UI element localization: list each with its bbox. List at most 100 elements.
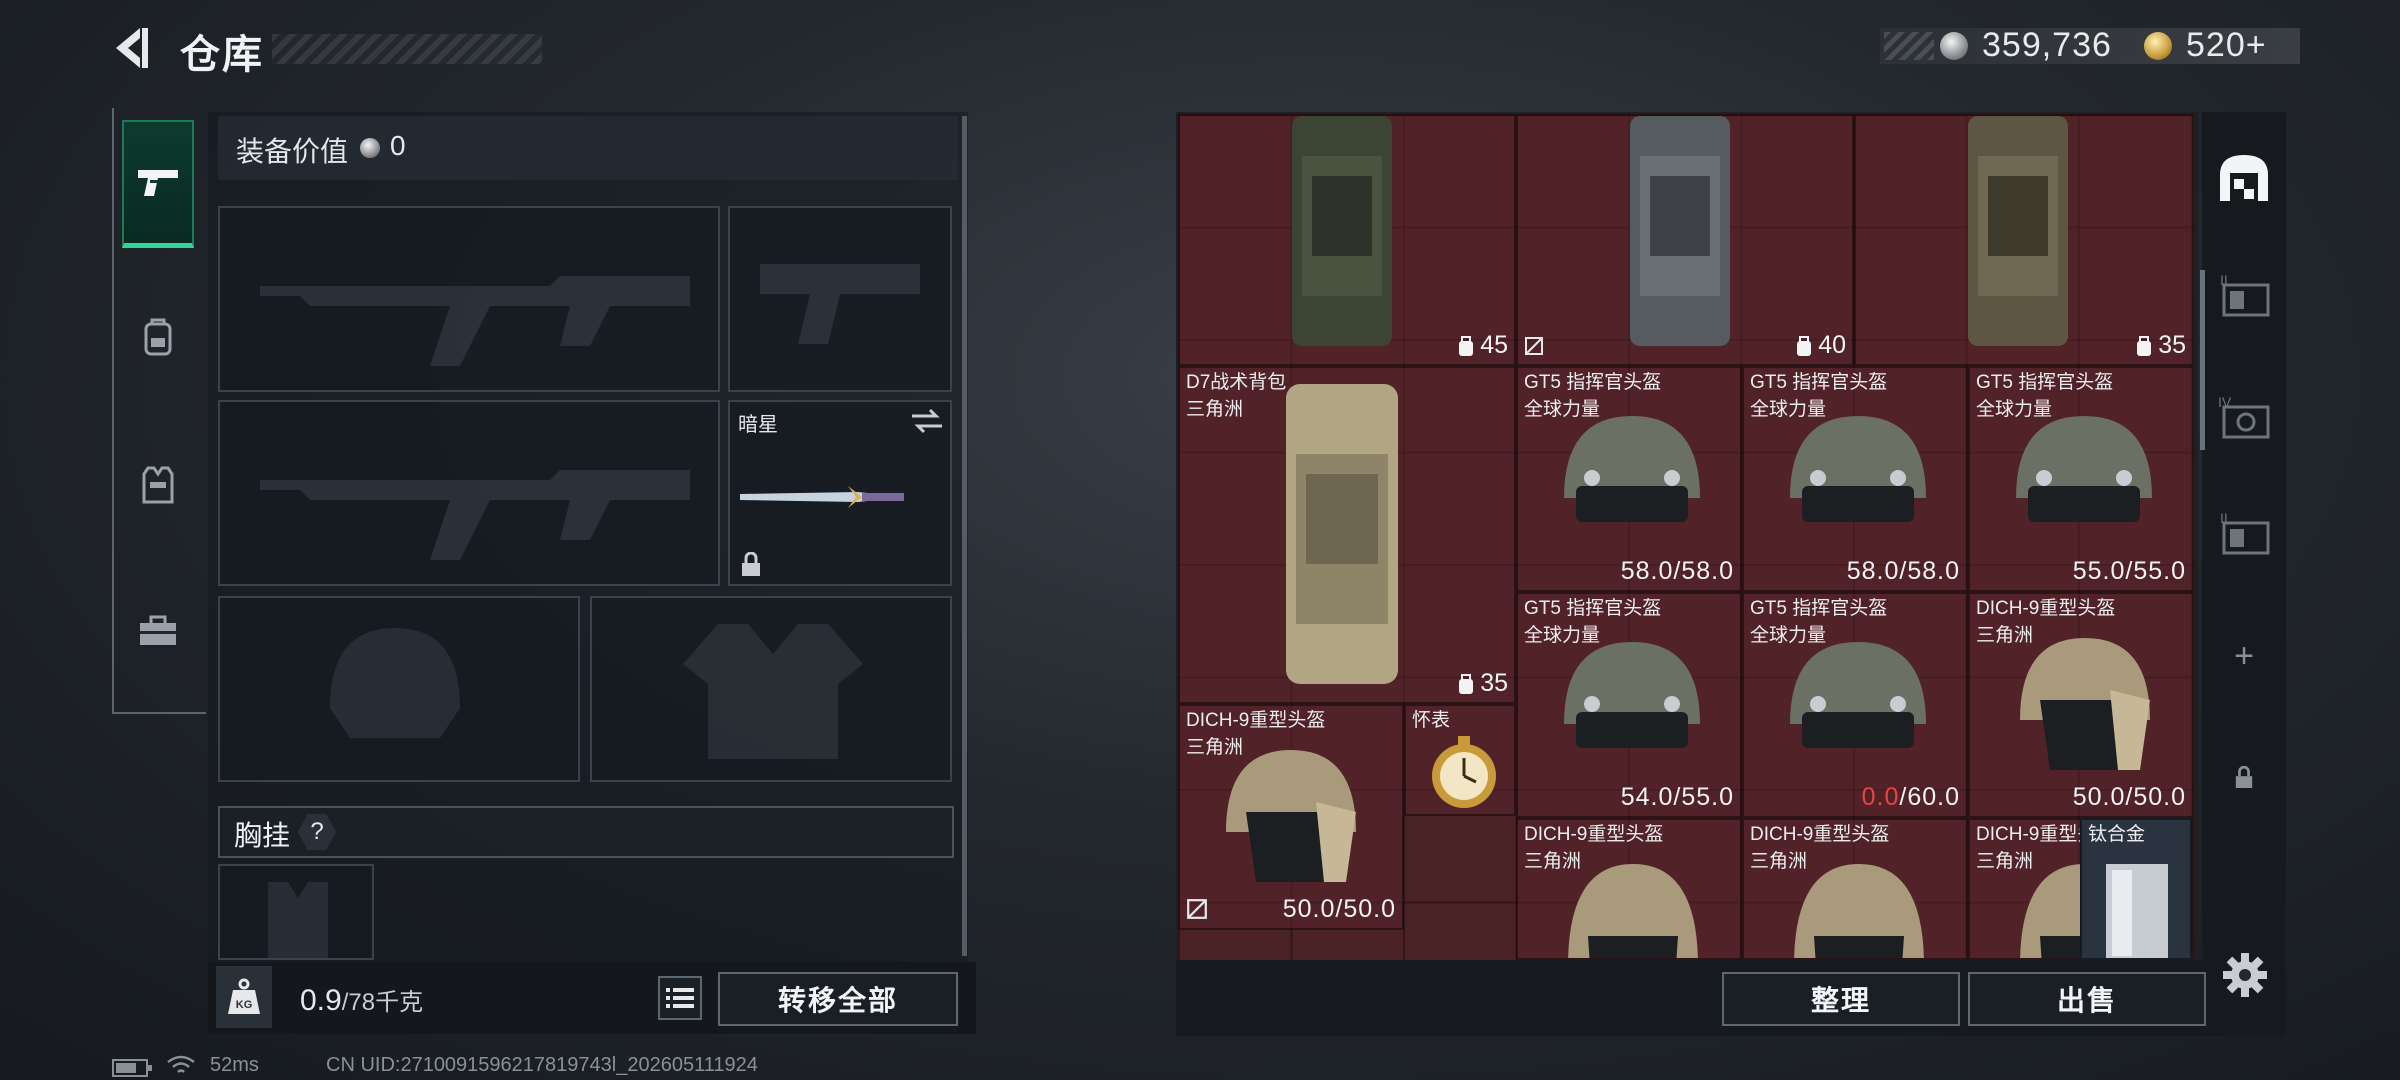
warehouse-item-backpack[interactable]: 40 xyxy=(1516,114,1854,366)
equipment-scrollbar[interactable] xyxy=(962,116,967,956)
sell-button[interactable]: 出售 xyxy=(1968,972,2206,1026)
warehouse-icon xyxy=(2220,155,2268,201)
armor-silhouette-icon xyxy=(683,624,863,759)
tab-weapons[interactable] xyxy=(122,120,194,248)
weight-capacity: /78千克 xyxy=(341,989,424,1016)
backpack-icon xyxy=(1797,335,1812,356)
silver-coin-icon xyxy=(360,138,380,158)
gold-currency-value[interactable]: 520+ xyxy=(2186,26,2267,65)
backpack-item-icon xyxy=(1630,116,1730,346)
pistol-silhouette-icon xyxy=(760,264,920,344)
capacity-label: 40 xyxy=(1794,331,1846,360)
pistol-icon xyxy=(138,169,178,196)
extension-box-icon: IV xyxy=(2218,394,2270,439)
helmet-item-icon xyxy=(1568,864,1698,958)
list-view-button[interactable] xyxy=(658,976,702,1020)
sidearm-slot[interactable] xyxy=(728,206,952,392)
warehouse-item-gt5-helmet[interactable]: GT5 指挥官头盔 全球力量 55.0/55.0 xyxy=(1968,366,2194,592)
extension-box-icon: II xyxy=(2220,510,2270,555)
extension-box-icon: II xyxy=(2220,272,2270,317)
capacity-label: 35 xyxy=(2134,331,2186,360)
helmet-item-icon xyxy=(1790,642,1926,748)
svg-text:KG: KG xyxy=(236,999,253,1011)
warehouse-item-d7-backpack[interactable]: D7战术背包 三角洲 35 xyxy=(1178,366,1516,704)
warehouse-item-dich9-helmet[interactable]: DICH-9重型头盔 三角洲 50.0/50.0 xyxy=(1178,704,1404,930)
helmet-silhouette-icon xyxy=(330,628,460,738)
page-title: 仓库 xyxy=(180,33,264,77)
warehouse-item-gt5-helmet[interactable]: GT5 指挥官头盔 全球力量 58.0/58.0 xyxy=(1742,366,1968,592)
warehouse-tab-extension-2b[interactable]: II xyxy=(2202,482,2286,582)
armor-slot[interactable] xyxy=(590,596,952,782)
lock-icon xyxy=(2235,766,2253,788)
warehouse-item-dich9-helmet[interactable]: DICH-9重型头盔 三角洲 xyxy=(1516,818,1742,960)
silver-currency-value: 359,736 xyxy=(1982,26,2112,64)
warehouse-item-gt5-helmet[interactable]: GT5 指挥官头盔 全球力量 58.0/58.0 xyxy=(1516,366,1742,592)
warehouse-tab-main[interactable] xyxy=(2202,128,2286,228)
helmet-item-icon xyxy=(1794,864,1924,958)
backpack-item-icon xyxy=(1968,116,2068,346)
capacity-label: 35 xyxy=(1456,669,1508,698)
warehouse-item-pocket-watch[interactable]: 怀表 xyxy=(1404,704,1516,816)
primary-weapon-slot-2[interactable] xyxy=(218,400,720,586)
primary-weapon-slot-1[interactable] xyxy=(218,206,720,392)
pocket-watch-icon xyxy=(1432,736,1496,808)
helmet-item-icon xyxy=(2016,416,2152,522)
backpack-icon xyxy=(1459,335,1474,356)
backpack-item-icon xyxy=(1292,116,1392,346)
helmet-item-icon xyxy=(1564,416,1700,522)
rifle-silhouette-icon xyxy=(260,470,690,560)
vest-icon xyxy=(142,466,174,504)
warehouse-item-dich9-helmet[interactable]: DICH-9重型头盔 三角洲 xyxy=(1742,818,1968,960)
helmet-item-icon xyxy=(2020,638,2150,770)
list-icon xyxy=(666,988,694,1008)
tab-toolbox[interactable] xyxy=(122,566,194,694)
tab-backpack[interactable] xyxy=(122,272,194,400)
weight-readout: 0.9/78千克 xyxy=(300,982,423,1018)
user-uid: CN UID:2710091596217819743l_202605111924 xyxy=(326,1054,758,1076)
wifi-icon xyxy=(167,1055,195,1073)
equipment-value: 0 xyxy=(390,130,406,161)
warehouse-item-backpack[interactable]: 45 xyxy=(1178,114,1516,366)
weight-icon: KG xyxy=(216,966,272,1028)
backpack-icon xyxy=(144,318,172,356)
locked-extension-slot[interactable] xyxy=(2202,728,2286,828)
backpack-icon xyxy=(1459,673,1474,694)
warehouse-tab-extension-4[interactable]: IV xyxy=(2202,366,2286,466)
title-decoration xyxy=(272,34,542,64)
no-insure-icon xyxy=(1187,899,1207,919)
melee-slot[interactable]: 暗星 xyxy=(728,400,952,586)
equipment-value-label: 装备价值 xyxy=(236,136,349,167)
chest-rig-label: 胸挂 xyxy=(234,820,291,851)
backpack-icon xyxy=(2137,335,2152,356)
battery-icon xyxy=(112,1059,152,1077)
currency-decoration xyxy=(1884,32,1934,60)
add-extension-button[interactable]: + xyxy=(2202,606,2286,706)
ping-readout: 52ms xyxy=(210,1054,259,1076)
transfer-all-button[interactable]: 转移全部 xyxy=(718,972,958,1026)
silver-coin-icon xyxy=(1940,32,1968,60)
helmet-item-icon xyxy=(1226,750,1356,882)
warehouse-item-backpack[interactable]: 35 xyxy=(1854,114,2194,366)
durability-readout: 0.0/60.0 xyxy=(1861,783,1960,811)
warehouse-item-dich9-helmet[interactable]: DICH-9重型头盔 三角洲 50.0/50.0 xyxy=(1968,592,2194,818)
no-insure-icon xyxy=(1525,337,1543,355)
warehouse-tab-extension-2[interactable]: II xyxy=(2202,244,2286,344)
warehouse-item-titanium[interactable]: 钛合金 xyxy=(2080,818,2192,960)
organize-button[interactable]: 整理 xyxy=(1722,972,1960,1026)
capacity-label: 45 xyxy=(1456,331,1508,360)
warehouse-item-gt5-helmet[interactable]: GT5 指挥官头盔 全球力量 0.0/60.0 xyxy=(1742,592,1968,818)
settings-gear-icon[interactable] xyxy=(2222,952,2268,998)
chest-rig-slot[interactable] xyxy=(218,864,374,960)
chest-rig-silhouette-icon xyxy=(268,882,328,958)
backpack-item-icon xyxy=(1286,384,1398,684)
titanium-plate-icon xyxy=(2106,864,2168,958)
swap-icon[interactable] xyxy=(910,408,944,434)
weight-value: 0.9 xyxy=(300,984,342,1017)
helmet-item-icon xyxy=(1564,642,1700,748)
helmet-slot[interactable] xyxy=(218,596,580,782)
melee-name: 暗星 xyxy=(738,414,778,436)
toolbox-icon xyxy=(140,615,176,645)
tab-vest[interactable] xyxy=(122,420,194,548)
warehouse-item-gt5-helmet[interactable]: GT5 指挥官头盔 全球力量 54.0/55.0 xyxy=(1516,592,1742,818)
back-arrow-icon[interactable] xyxy=(110,24,154,72)
